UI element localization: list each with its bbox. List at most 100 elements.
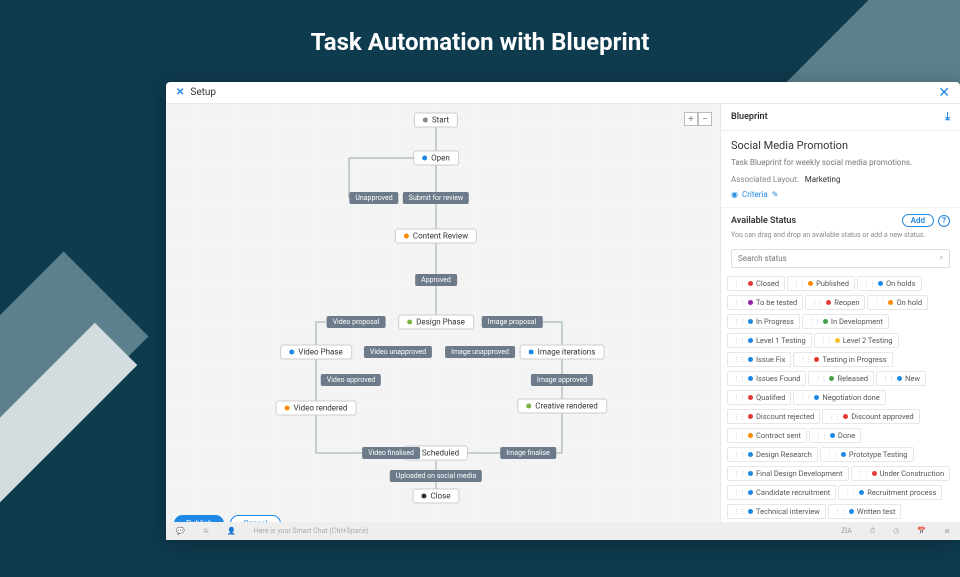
status-node-creative-rendered[interactable]: Creative rendered [517, 399, 607, 414]
status-color-dot [748, 281, 753, 286]
grip-icon: ⋮⋮ [733, 280, 745, 288]
status-color-dot [748, 490, 753, 495]
transition-node-approved[interactable]: Approved [415, 274, 457, 286]
status-color-dot [748, 319, 753, 324]
status-chip-label: Discount rejected [756, 412, 814, 421]
status-color-dot [808, 281, 813, 286]
status-chip[interactable]: ⋮⋮In Progress [727, 314, 800, 329]
timer-icon[interactable]: ⏱ [870, 527, 875, 536]
status-color-dot [814, 395, 819, 400]
status-chip-label: New [905, 374, 920, 383]
status-chip[interactable]: ⋮⋮On hold [867, 295, 928, 310]
status-chip[interactable]: ⋮⋮Closed [727, 276, 785, 291]
search-input[interactable] [731, 249, 950, 268]
grip-icon: ⋮⋮ [733, 432, 745, 440]
status-chip[interactable]: ⋮⋮Recruitment process [838, 485, 942, 500]
blueprint-name[interactable]: Social Media Promotion [731, 139, 950, 152]
status-node-design-phase[interactable]: Design Phase [398, 315, 474, 330]
user-icon[interactable]: 👤 [227, 527, 236, 535]
list-icon[interactable]: ≣ [944, 527, 950, 535]
clock-icon[interactable]: ◷ [893, 527, 899, 535]
available-status-hint: You can drag and drop an available statu… [721, 231, 960, 245]
status-chip[interactable]: ⋮⋮Negotiation done [793, 390, 885, 405]
app-body: Start Open Content Review Design Phase Video… [166, 104, 960, 540]
status-chip[interactable]: ⋮⋮Level 1 Testing [727, 333, 812, 348]
status-chip-label: Under Construction [880, 469, 945, 478]
criteria-label: Criteria [742, 190, 768, 199]
status-chip[interactable]: ⋮⋮To be tested [727, 295, 803, 310]
status-chip[interactable]: ⋮⋮Under Construction [851, 466, 951, 481]
status-chip-label: Level 1 Testing [756, 336, 806, 345]
status-chip-label: On holds [886, 279, 916, 288]
status-chip[interactable]: ⋮⋮ On holds [857, 276, 922, 291]
status-chip[interactable]: ⋮⋮ Discount rejected [727, 409, 820, 424]
feed-icon[interactable]: ♔ [203, 527, 209, 535]
status-node-label: Creative rendered [535, 402, 598, 411]
transition-node-video-approved[interactable]: Video approved [321, 374, 381, 386]
status-color-dot [814, 357, 819, 362]
transition-node-image-unapproved[interactable]: Image unapproved [445, 346, 515, 358]
status-chip-label: Reopen [834, 298, 859, 307]
blueprint-canvas[interactable]: Start Open Content Review Design Phase Video… [166, 104, 720, 540]
status-chip[interactable]: ⋮⋮New [876, 371, 926, 386]
status-chip[interactable]: ⋮⋮Qualified [727, 390, 791, 405]
status-node-close[interactable]: Close [412, 489, 459, 504]
status-node-label: Content Review [413, 232, 468, 241]
status-dot-icon [421, 494, 426, 499]
status-node-video-rendered[interactable]: Video rendered [276, 401, 357, 416]
chat-icon[interactable]: 💬 [176, 527, 185, 535]
grip-icon: ⋮⋮ [733, 413, 745, 421]
status-chip[interactable]: ⋮⋮Design Research [727, 447, 818, 462]
help-icon[interactable]: ? [938, 215, 950, 227]
status-node-content-review[interactable]: Content Review [395, 229, 477, 244]
status-chip[interactable]: ⋮⋮Level 2 Testing [814, 333, 899, 348]
status-chip[interactable]: ⋮⋮Published [787, 276, 855, 291]
criteria-link[interactable]: ◉ Criteria ✎ [731, 190, 950, 199]
zia-icon[interactable]: ZIA [841, 527, 852, 535]
transition-node-image-finalise[interactable]: Image finalise [500, 447, 556, 459]
transition-node-unapproved[interactable]: Unapproved [349, 192, 398, 204]
transition-node-uploaded[interactable]: Uploaded on social media [390, 470, 482, 482]
transition-node-image-proposal[interactable]: Image proposal [482, 316, 543, 328]
status-chip[interactable]: ⋮⋮Prototype Testing [820, 447, 914, 462]
status-node-image-iterations[interactable]: Image iterations [520, 345, 605, 360]
status-chip-label: Recruitment process [867, 488, 936, 497]
status-chip[interactable]: ⋮⋮Issues Found [727, 371, 806, 386]
status-chip[interactable]: ⋮⋮Released [808, 371, 874, 386]
status-color-dot [843, 414, 848, 419]
transition-node-image-approved2[interactable]: Image approved [531, 374, 593, 386]
grip-icon: ⋮⋮ [863, 280, 875, 288]
grip-icon: ⋮⋮ [811, 299, 823, 307]
status-chip[interactable]: ⋮⋮Discount approved [822, 409, 919, 424]
status-color-dot [748, 414, 753, 419]
status-chip[interactable]: ⋮⋮Done [809, 428, 861, 443]
edit-icon[interactable]: ✎ [772, 190, 779, 199]
layout-label: Associated Layout: [731, 175, 799, 184]
add-status-button[interactable]: Add [902, 214, 934, 227]
status-chip[interactable]: ⋮⋮Final Design Development [727, 466, 849, 481]
download-icon[interactable]: ⤓ [945, 110, 950, 124]
status-chip[interactable]: ⋮⋮Contract sent [727, 428, 807, 443]
transition-node-video-proposal[interactable]: Video proposal [327, 316, 386, 328]
status-chip[interactable]: ⋮⋮Issue Fix [727, 352, 791, 367]
status-chip[interactable]: ⋮⋮Testing in Progress [793, 352, 892, 367]
grip-icon: ⋮⋮ [820, 337, 832, 345]
smartchat-hint: Here is your Smart Chat (Ctrl+Space) [254, 527, 369, 535]
transition-node-submit-review[interactable]: Submit for review [403, 192, 469, 204]
transition-node-video-finalised[interactable]: Video finalised [362, 447, 420, 459]
zoom-out-button[interactable]: − [698, 112, 712, 126]
status-node-start[interactable]: Start [414, 113, 458, 128]
status-node-video-phase[interactable]: Video Phase [280, 345, 352, 360]
status-node-label: Video rendered [294, 404, 348, 413]
status-chip[interactable]: ⋮⋮Written test [828, 504, 902, 519]
status-dot-icon [289, 350, 294, 355]
status-chip[interactable]: ⋮⋮ Reopen [805, 295, 865, 310]
zoom-in-button[interactable]: + [684, 112, 698, 126]
status-node-open[interactable]: Open [413, 151, 459, 166]
status-chip[interactable]: ⋮⋮Candidate recruitment [727, 485, 836, 500]
status-chip[interactable]: ⋮⋮Technical interview [727, 504, 826, 519]
status-chip[interactable]: ⋮⋮In Development [802, 314, 889, 329]
transition-node-video-unapproved[interactable]: Video unapproved [364, 346, 432, 358]
calendar-icon[interactable]: 📅 [917, 527, 926, 535]
close-icon[interactable]: ✕ [938, 85, 950, 101]
